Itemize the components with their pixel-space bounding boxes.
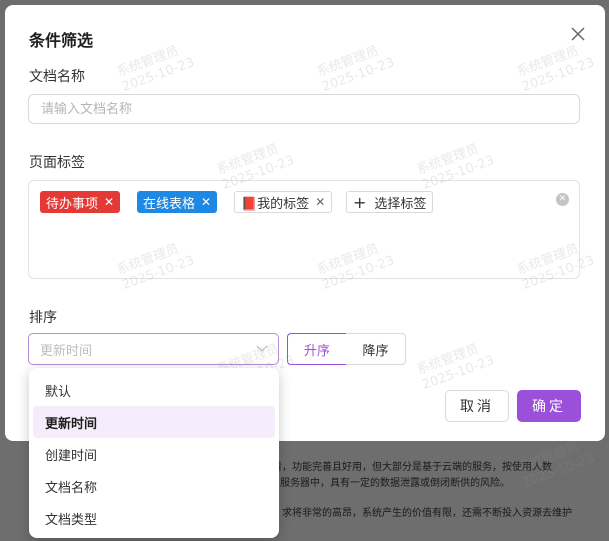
sort-asc-button[interactable]: 升序 [287,333,347,365]
modal-title: 条件筛选 [29,31,94,50]
clear-icon[interactable]: ✕ [556,193,569,206]
tag-label: 📕我的标签 [241,196,310,212]
sort-field-select[interactable]: 更新时间 [28,333,279,365]
tag-chip: 待办事项 ✕ [40,191,121,213]
page-tags-label: 页面标签 [29,155,85,171]
select-tag-button[interactable]: + 选择标签 [346,191,434,213]
tag-chip: 在线表格 ✕ [137,191,218,213]
dropdown-option-doc-type[interactable]: 文档类型 [33,502,275,534]
close-icon[interactable] [567,23,589,45]
doc-name-label: 文档名称 [29,69,85,85]
tag-remove-icon[interactable]: ✕ [104,195,114,209]
dropdown-option-default[interactable]: 默认 [33,374,275,406]
sort-field-dropdown: 默认 更新时间 创建时间 文档名称 文档类型 [29,368,279,538]
select-tag-label: 选择标签 [374,196,427,212]
dropdown-option-doc-name[interactable]: 文档名称 [33,470,275,502]
plus-icon: + [353,192,367,212]
tag-remove-icon[interactable]: ✕ [201,195,211,209]
background-text-line: 求将非常的高昂，系统产生的价值有限，还需不断投入资源去维护 [282,508,572,519]
chevron-down-icon [256,342,268,358]
tag-label: 待办事项 [46,196,99,212]
tag-chip: 📕我的标签 ✕ [234,191,333,213]
tag-label: 在线表格 [143,196,196,212]
sort-field-placeholder: 更新时间 [40,343,93,359]
background-text-line: 看，功能完善且好用，但大部分是基于云端的服务，按使用人数 [272,462,552,473]
doc-name-input[interactable] [28,94,580,124]
cancel-button[interactable]: 取消 [445,390,509,422]
sort-label: 排序 [29,310,57,326]
dropdown-option-updated-time[interactable]: 更新时间 [33,406,275,438]
tag-selector[interactable]: 待办事项 ✕ 在线表格 ✕ 📕我的标签 ✕ + 选择标签 ✕ [28,180,580,279]
sort-desc-button[interactable]: 降序 [346,333,406,365]
background-text-line: 服务器中，具有一定的数据泄露或倒闭断供的风险。 [280,478,510,489]
confirm-button[interactable]: 确定 [517,390,581,422]
dropdown-option-created-time[interactable]: 创建时间 [33,438,275,470]
tag-remove-icon[interactable]: ✕ [315,195,325,209]
